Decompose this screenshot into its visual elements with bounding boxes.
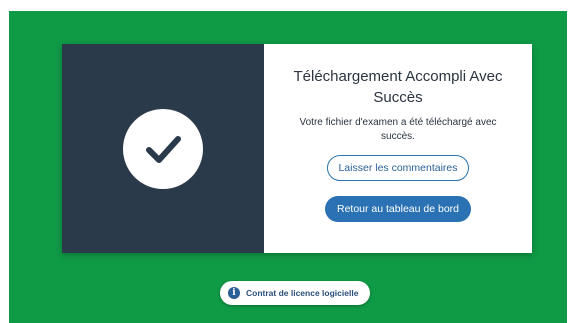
check-circle	[123, 108, 203, 189]
success-message: Votre fichier d'examen a été téléchargé …	[299, 117, 497, 142]
success-card: Téléchargement Accompli Avec Succès Votr…	[62, 44, 532, 253]
success-title: Téléchargement Accompli Avec Succès	[293, 68, 503, 106]
license-agreement-link[interactable]: i Contrat de licence logicielle	[220, 281, 371, 305]
license-label: Contrat de licence logicielle	[246, 288, 359, 298]
info-icon: i	[228, 287, 240, 299]
back-to-dashboard-button[interactable]: Retour au tableau de bord	[324, 196, 471, 222]
page-background: Téléchargement Accompli Avec Succès Votr…	[9, 11, 567, 323]
success-content: Téléchargement Accompli Avec Succès Votr…	[264, 44, 532, 253]
leave-feedback-button[interactable]: Laisser les commentaires	[327, 155, 469, 181]
success-icon-panel	[62, 44, 264, 253]
checkmark-icon	[146, 135, 181, 163]
